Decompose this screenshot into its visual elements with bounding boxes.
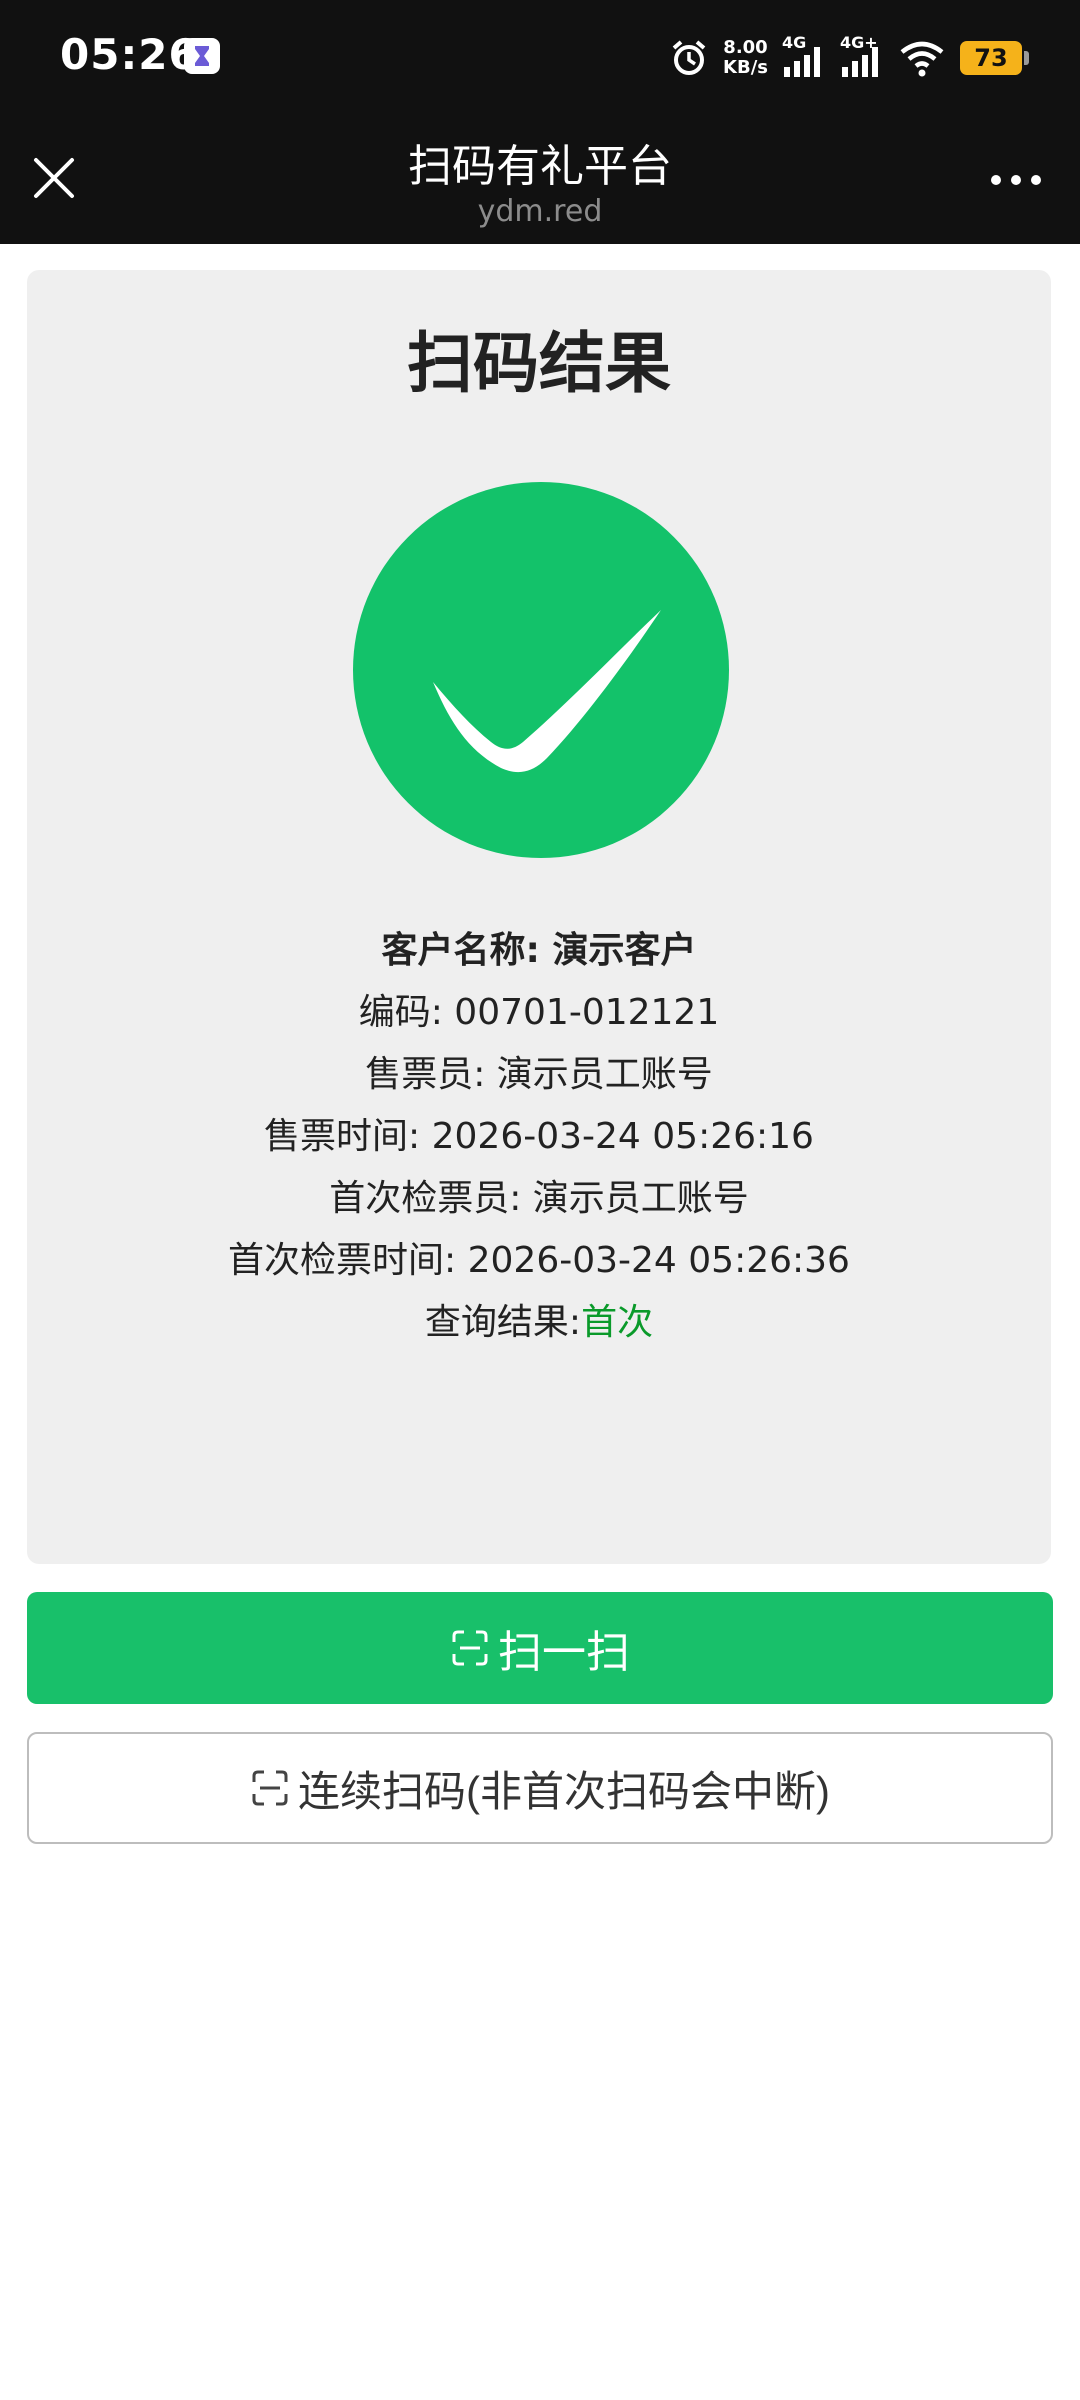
battery-indicator: 73 bbox=[960, 41, 1029, 75]
clock-time: 05:26 bbox=[60, 30, 199, 79]
app-header: 扫码有礼平台 ydm.red bbox=[0, 118, 1080, 244]
result-title: 扫码结果 bbox=[407, 325, 671, 402]
network-speed: 8.00 KB/s bbox=[723, 38, 768, 78]
query-result: 查询结果:首次 bbox=[27, 1292, 1051, 1354]
continuous-scan-label: 连续扫码(非首次扫码会中断) bbox=[298, 1767, 830, 1815]
page-title: 扫码有礼平台 bbox=[408, 141, 672, 192]
hourglass-icon bbox=[184, 38, 220, 74]
success-check-icon bbox=[353, 482, 729, 858]
sim2-network-tag: 4G+ bbox=[840, 33, 878, 52]
scan-icon bbox=[252, 1770, 288, 1806]
battery-level: 73 bbox=[974, 44, 1008, 72]
speed-unit: KB/s bbox=[723, 57, 768, 78]
ticket-code: 编码: 00701-012121 bbox=[358, 992, 720, 1033]
query-result-label: 查询结果: bbox=[424, 1302, 582, 1343]
alarm-icon bbox=[672, 40, 706, 75]
sell-time: 售票时间: 2026-03-24 05:26:16 bbox=[264, 1116, 814, 1157]
scan-result-card: 扫码结果 客户名称: 演示客户 编码: 00701-012121 售票员: 演示… bbox=[27, 270, 1051, 1564]
speed-value: 8.00 bbox=[723, 37, 768, 58]
continuous-scan-button[interactable]: 连续扫码(非首次扫码会中断) bbox=[27, 1732, 1053, 1844]
first-checker: 首次检票员: 演示员工账号 bbox=[329, 1178, 749, 1219]
sim1-network-tag: 4G bbox=[782, 33, 807, 52]
status-icons: 8.00 KB/s 4G 4G+ 73 bbox=[669, 28, 1029, 88]
seller: 售票员: 演示员工账号 bbox=[365, 1054, 713, 1095]
result-details: 客户名称: 演示客户 编码: 00701-012121 售票员: 演示员工账号 … bbox=[27, 920, 1051, 1354]
page-domain: ydm.red bbox=[477, 194, 603, 229]
scan-button-label: 扫一扫 bbox=[498, 1628, 630, 1677]
query-result-value: 首次 bbox=[581, 1302, 654, 1343]
signal-sim2-icon: 4G+ bbox=[840, 33, 884, 79]
scan-button[interactable]: 扫一扫 bbox=[27, 1592, 1053, 1704]
customer-name: 客户名称: 演示客户 bbox=[381, 930, 697, 971]
wifi-icon bbox=[900, 41, 944, 77]
status-bar: 05:26 8.00 KB/s 4G 4G+ 73 bbox=[0, 0, 1080, 118]
first-check-time: 首次检票时间: 2026-03-24 05:26:36 bbox=[228, 1240, 850, 1281]
more-options-icon[interactable] bbox=[986, 170, 1046, 190]
signal-sim1-icon: 4G bbox=[782, 33, 826, 79]
scan-icon bbox=[452, 1630, 488, 1666]
